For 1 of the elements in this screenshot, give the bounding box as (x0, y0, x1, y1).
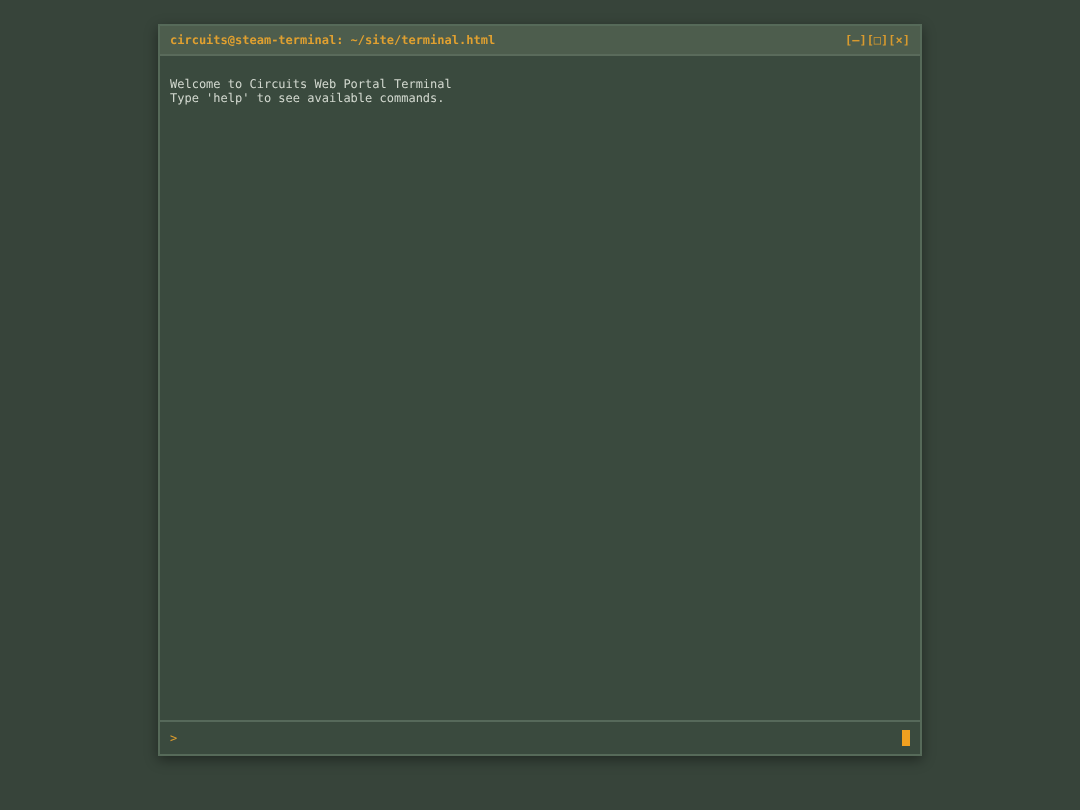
cursor-block (902, 730, 910, 746)
